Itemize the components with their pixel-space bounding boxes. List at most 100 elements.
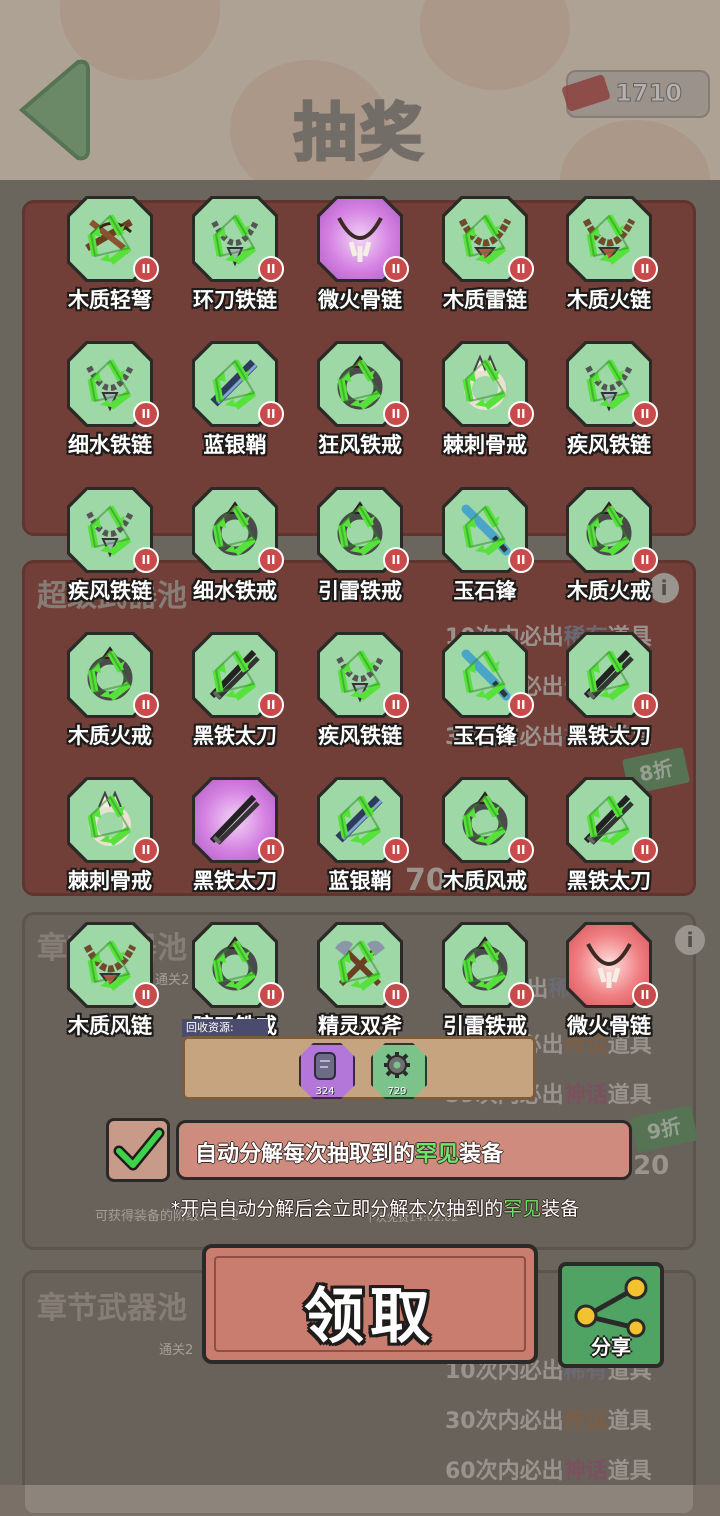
reward-item[interactable]: II 木质风链 xyxy=(55,922,165,1046)
recycle-icon xyxy=(87,795,132,846)
recycle-icon xyxy=(462,214,507,265)
reward-item[interactable]: II 蓝银鞘 xyxy=(305,777,415,901)
item-name: 玉石锋 xyxy=(453,724,517,748)
reward-item[interactable]: II 黑铁太刀 xyxy=(554,632,664,756)
reward-item[interactable]: II 微火骨链 xyxy=(305,196,415,320)
reward-item[interactable]: II 木质风戒 xyxy=(430,777,540,901)
item-name: 狂风铁戒 xyxy=(318,433,402,457)
tier-badge: II xyxy=(258,547,284,573)
reward-item[interactable]: II 棘刺骨戒 xyxy=(430,341,540,465)
item-name: 玉石锋 xyxy=(453,579,517,603)
recycle-icon xyxy=(87,359,132,410)
recycle-icon xyxy=(87,650,132,701)
resource-amount: 324 xyxy=(315,1086,335,1097)
reward-item[interactable]: II 黑铁太刀 xyxy=(554,777,664,901)
item-name: 木质火链 xyxy=(567,288,651,312)
recycle-icon xyxy=(337,359,382,410)
resource-amount: 729 xyxy=(387,1086,407,1097)
recycle-icon xyxy=(212,359,257,410)
reward-item[interactable]: II 蓝银鞘 xyxy=(180,341,290,465)
reward-item[interactable]: II 细水铁链 xyxy=(55,341,165,465)
auto-decompose-label-box[interactable]: 自动分解每次抽取到的罕见装备 xyxy=(176,1120,632,1180)
auto-decompose-text: 自动分解每次抽取到的罕见装备 xyxy=(195,1142,504,1167)
recycle-icon xyxy=(586,795,631,846)
reward-item[interactable]: II 精灵双斧 xyxy=(305,922,415,1046)
reward-item[interactable]: II 木质火链 xyxy=(554,196,664,320)
tier-badge: II xyxy=(632,256,658,282)
reward-item[interactable]: II 环刀铁链 xyxy=(180,196,290,320)
tier-badge: II xyxy=(508,692,534,718)
reward-item[interactable]: II 玉石锋 xyxy=(430,487,540,611)
item-name: 微火骨链 xyxy=(318,288,402,312)
item-name: 黑铁太刀 xyxy=(567,724,651,748)
recycle-icon xyxy=(87,505,132,556)
tier-badge: II xyxy=(383,692,409,718)
purple-stone-icon xyxy=(314,1052,336,1080)
item-name: 黑铁太刀 xyxy=(567,869,651,893)
item-name: 环刀铁链 xyxy=(193,288,277,312)
reward-item[interactable]: II 木质雷链 xyxy=(430,196,540,320)
reward-item[interactable]: II 疾风铁链 xyxy=(55,487,165,611)
item-name: 蓝银鞘 xyxy=(328,869,392,893)
tier-badge: II xyxy=(258,692,284,718)
recycle-icon xyxy=(212,650,257,701)
recycle-icon xyxy=(212,214,257,265)
item-name: 细水铁链 xyxy=(68,433,152,457)
item-name: 木质轻弩 xyxy=(68,288,152,312)
share-button[interactable]: 分享 xyxy=(558,1262,664,1368)
recycle-icon xyxy=(337,940,382,991)
reward-item[interactable]: II 微火骨链 xyxy=(554,922,664,1046)
recycle-icon xyxy=(87,214,132,265)
recycle-icon xyxy=(462,940,507,991)
item-name: 蓝银鞘 xyxy=(203,433,267,457)
tier-badge: II xyxy=(133,837,159,863)
tier-badge: II xyxy=(508,547,534,573)
reward-item[interactable]: II 引雷铁戒 xyxy=(430,922,540,1046)
item-name: 棘刺骨戒 xyxy=(443,433,527,457)
reward-item[interactable]: II 木质火戒 xyxy=(554,487,664,611)
katana-icon xyxy=(209,794,260,845)
reward-item[interactable]: II 木质火戒 xyxy=(55,632,165,756)
item-name: 疾风铁链 xyxy=(567,433,651,457)
item-name: 黑铁太刀 xyxy=(193,869,277,893)
tier-badge: II xyxy=(258,401,284,427)
reward-item[interactable]: II 黑铁太刀 xyxy=(180,777,290,901)
auto-decompose-checkbox[interactable] xyxy=(106,1118,170,1182)
item-name: 微火骨链 xyxy=(567,1014,651,1038)
recycle-icon xyxy=(586,505,631,556)
bone-necklace-icon xyxy=(586,943,632,988)
item-name: 疾风铁链 xyxy=(318,724,402,748)
recycle-icon xyxy=(212,940,257,991)
reward-item[interactable]: II 疾风铁链 xyxy=(554,341,664,465)
item-name: 棘刺骨戒 xyxy=(68,869,152,893)
tier-badge: II xyxy=(632,837,658,863)
reward-item[interactable]: II 引雷铁戒 xyxy=(305,487,415,611)
auto-decompose-note: *开启自动分解后会立即分解本次抽到的罕见装备 xyxy=(170,1198,580,1220)
recycle-icon xyxy=(337,795,382,846)
recycle-icon xyxy=(337,650,382,701)
recycle-icon xyxy=(462,650,507,701)
tier-badge: II xyxy=(383,837,409,863)
recycle-icon xyxy=(212,505,257,556)
item-name: 木质风戒 xyxy=(443,869,527,893)
claim-button[interactable]: 领取 xyxy=(202,1244,538,1364)
recycle-icon xyxy=(462,795,507,846)
gear-icon xyxy=(384,1052,410,1078)
share-icon xyxy=(574,1276,648,1338)
reward-item[interactable]: II 黑铁太刀 xyxy=(180,632,290,756)
tier-badge: II xyxy=(133,547,159,573)
reward-item[interactable]: II 疾风铁链 xyxy=(305,632,415,756)
reward-item[interactable]: II 棘刺骨戒 xyxy=(55,777,165,901)
tier-badge: II xyxy=(508,982,534,1008)
reward-item[interactable]: II 细水铁戒 xyxy=(180,487,290,611)
recycle-icon xyxy=(462,359,507,410)
tier-badge: II xyxy=(508,837,534,863)
tier-badge: II xyxy=(632,401,658,427)
reward-item[interactable]: II 玉石锋 xyxy=(430,632,540,756)
reward-item[interactable]: II 狂风铁戒 xyxy=(305,341,415,465)
reward-item[interactable]: II 木质轻弩 xyxy=(55,196,165,320)
recycle-panel: 324 729 xyxy=(182,1036,536,1100)
tier-badge: II xyxy=(383,982,409,1008)
recycle-icon xyxy=(586,650,631,701)
tier-badge: II xyxy=(632,982,658,1008)
